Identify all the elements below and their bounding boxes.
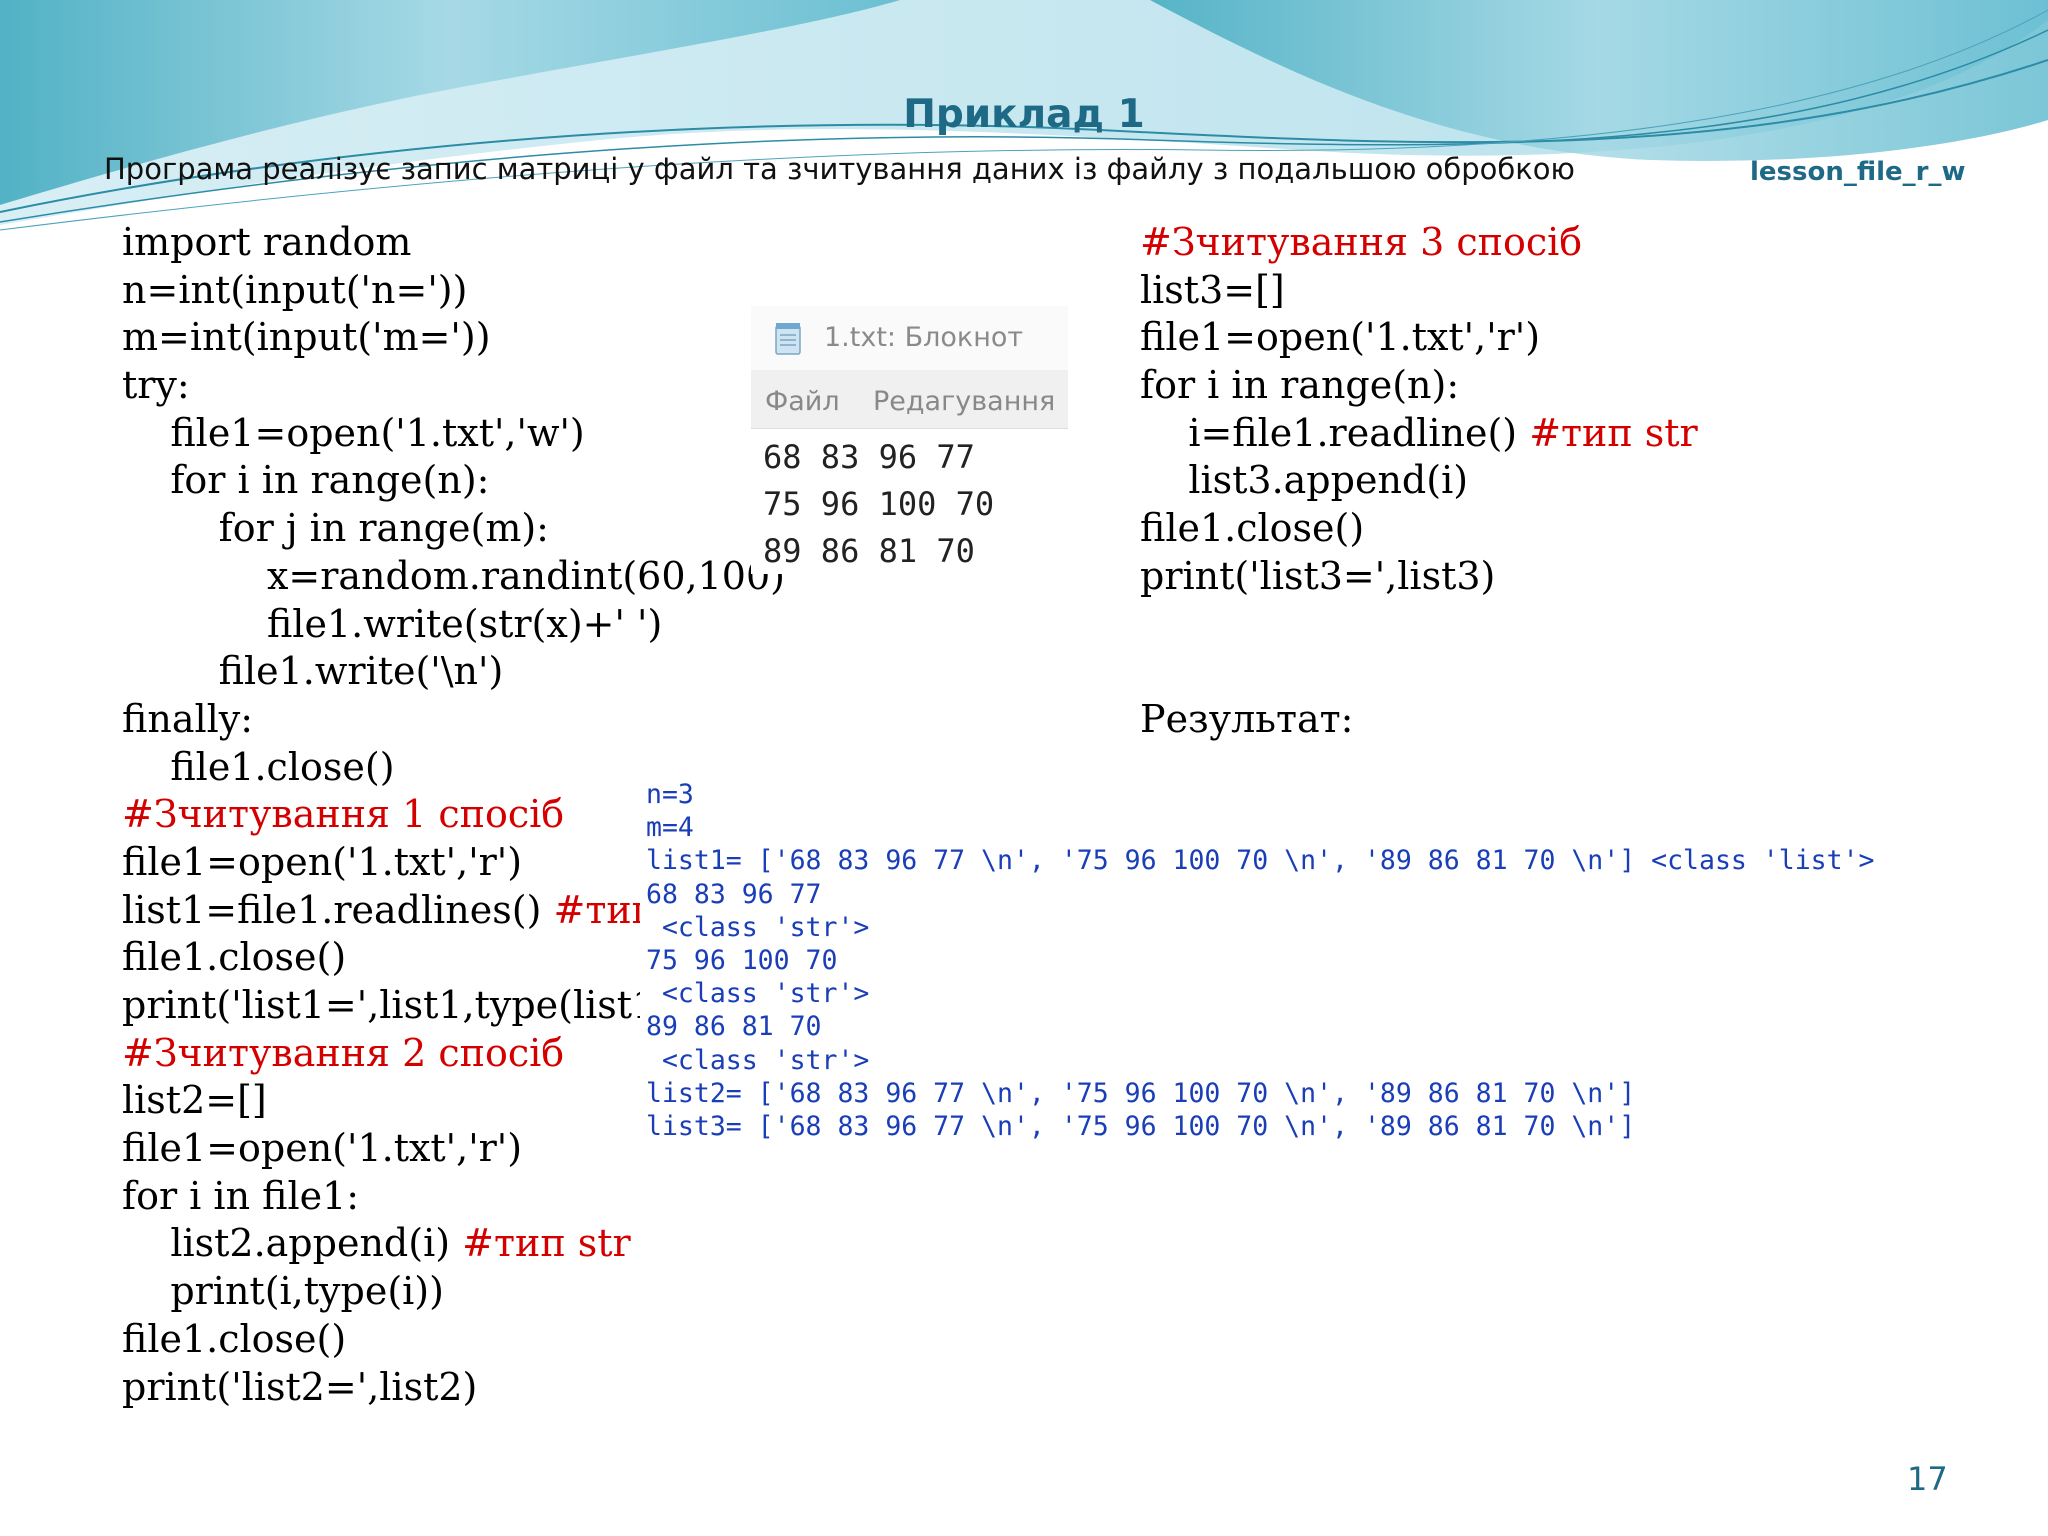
code-line: try: [122, 362, 785, 410]
console-line: <class 'str'> [646, 978, 870, 1010]
code-text: file1.close() [1140, 506, 1365, 551]
code-line: list3=[] [1140, 267, 1698, 315]
code-text: file1=open('1.txt','r') [1140, 315, 1541, 360]
code-text: file1.close() [122, 1316, 347, 1361]
notepad-icon [775, 323, 801, 355]
code-line: list3.append(i) [1140, 457, 1698, 505]
code-line: print(i,type(i)) [122, 1268, 785, 1316]
code-block-right: #Зчитування 3 спосіб list3=[] file1=open('… [1140, 219, 1698, 601]
notepad-menubar: Файл Редагування [751, 370, 1068, 429]
code-text: try: [122, 363, 190, 408]
code-line: for i in range(n): [122, 457, 785, 505]
code-text: for i in file1: [122, 1173, 360, 1218]
code-text: file1=open('1.txt','w') [122, 410, 585, 455]
notepad-content: 68 83 96 77 75 96 100 70 89 86 81 70 [763, 434, 994, 575]
notepad-line: 89 86 81 70 [763, 532, 975, 570]
code-line: i=file1.readline() #тип str [1140, 410, 1698, 458]
slide-subtitle: Програма реалізує запис матриці у файл т… [104, 152, 1575, 186]
code-text: i=file1.readline() [1140, 410, 1530, 455]
slide-title: Приклад 1 [903, 92, 1145, 137]
page-number: 17 [1907, 1460, 1948, 1498]
code-text: print('list3=',list3) [1140, 553, 1496, 598]
code-text: m=int(input('m=')) [122, 315, 491, 360]
notepad-window-screenshot: 1.txt: Блокнот Файл Редагування 68 83 96… [751, 306, 1068, 574]
code-text: list1=file1.readlines() [122, 887, 554, 932]
code-text: finally: [122, 696, 254, 741]
code-comment: #Зчитування 3 спосіб [1140, 220, 1583, 264]
code-comment: #тип str [1529, 410, 1698, 455]
code-line: for i in range(n): [1140, 362, 1698, 410]
code-line: file1=open('1.txt','r') [1140, 314, 1698, 362]
console-line: 68 83 96 77 [646, 878, 822, 910]
console-line: list1= ['68 83 96 77 \n', '75 96 100 70 … [646, 845, 1875, 877]
code-line: n=int(input('n=')) [122, 267, 785, 315]
slide: Приклад 1 Програма реалізує запис матриц… [0, 0, 2048, 1536]
console-line: 75 96 100 70 [646, 944, 838, 976]
notepad-menu-file: Файл [765, 386, 840, 417]
console-line: n=3 [646, 779, 694, 810]
code-line: m=int(input('m=')) [122, 314, 785, 362]
code-text: list2=[] [122, 1078, 267, 1123]
code-line: print('list2=',list2) [122, 1364, 785, 1412]
console-line: list3= ['68 83 96 77 \n', '75 96 100 70 … [646, 1110, 1636, 1142]
code-text: file1.write(str(x)+' ') [122, 601, 663, 646]
code-line: print('list3=',list3) [1140, 553, 1698, 601]
result-label: Результат: [1140, 697, 1354, 741]
notepad-title: 1.txt: Блокнот [824, 322, 1024, 353]
lesson-link[interactable]: lesson_file_r_w [1750, 157, 1966, 187]
code-comment: #Зчитування 1 спосіб [122, 792, 565, 837]
code-line: file1.write(str(x)+' ') [122, 601, 785, 649]
code-line: for j in range(m): [122, 505, 785, 553]
notepad-line: 68 83 96 77 [763, 438, 975, 476]
notepad-line: 75 96 100 70 [763, 485, 995, 523]
code-comment: #тип str [462, 1221, 631, 1266]
code-text: file1=open('1.txt','r') [122, 839, 523, 884]
code-line: file1.close() [1140, 505, 1698, 553]
console-line: list2= ['68 83 96 77 \n', '75 96 100 70 … [646, 1077, 1636, 1109]
code-line: file1.write('\n') [122, 648, 785, 696]
console-line: <class 'str'> [646, 911, 870, 943]
code-line: file1.close() [122, 1316, 785, 1364]
code-text: x=random.randint(60,100) [122, 553, 785, 598]
code-text: print(i,type(i)) [122, 1269, 444, 1314]
code-text: file1.close() [122, 744, 395, 789]
code-line: file1=open('1.txt','w') [122, 410, 785, 458]
code-text: for i in range(n): [122, 458, 490, 503]
notepad-menu-edit: Редагування [873, 386, 1056, 417]
console-line: <class 'str'> [646, 1044, 870, 1076]
code-text: file1=open('1.txt','r') [122, 1126, 523, 1171]
code-text: list3.append(i) [1140, 458, 1469, 503]
code-text: import random [122, 220, 412, 264]
code-text: n=int(input('n=')) [122, 267, 468, 312]
console-text: n=3 m=4 list1= ['68 83 96 77 \n', '75 96 1… [646, 778, 1875, 1143]
code-text: list2.append(i) [122, 1221, 463, 1266]
code-line: for i in file1: [122, 1173, 785, 1221]
code-text: print('list1=',list1,type(list1) [122, 983, 672, 1027]
notepad-titlebar: 1.txt: Блокнот [751, 306, 1068, 370]
code-text: list3=[] [1140, 267, 1285, 312]
code-line: finally: [122, 696, 785, 744]
code-line: #Зчитування 3 спосіб [1140, 219, 1698, 267]
code-line: import random [122, 219, 785, 267]
code-text: file1.close() [122, 935, 347, 980]
code-text: for j in range(m): [122, 506, 549, 551]
code-text: file1.write('\n') [122, 649, 504, 694]
code-text: print('list2=',list2) [122, 1364, 478, 1409]
code-text: for i in range(n): [1140, 363, 1460, 408]
code-line: list2.append(i) #тип str [122, 1220, 785, 1268]
code-comment: #Зчитування 2 спосіб [122, 1030, 565, 1075]
console-line: m=4 [646, 812, 694, 844]
code-line: x=random.randint(60,100) [122, 553, 785, 601]
console-line: 89 86 81 70 [646, 1011, 822, 1043]
console-output-screenshot: n=3 m=4 list1= ['68 83 96 77 \n', '75 96 1… [640, 778, 2048, 1148]
